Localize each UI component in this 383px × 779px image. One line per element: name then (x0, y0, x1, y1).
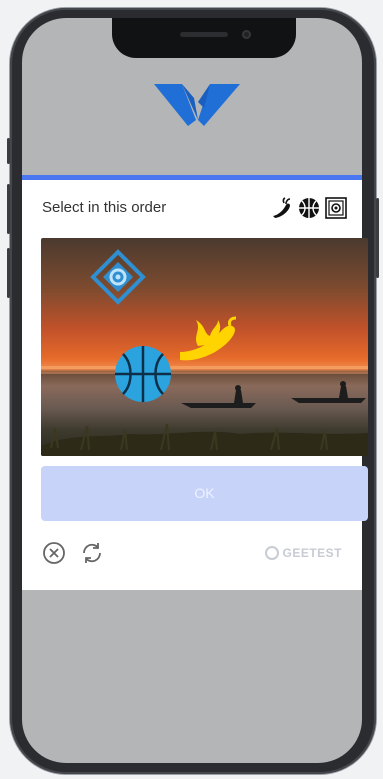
chili-pepper-image-icon[interactable] (174, 316, 240, 366)
front-camera (242, 30, 251, 39)
notch (112, 18, 296, 58)
earpiece-speaker (180, 32, 228, 37)
mute-switch (7, 138, 10, 164)
target-diamond-icon[interactable] (89, 248, 147, 306)
geetest-brand[interactable]: GEETEST (265, 546, 342, 560)
captcha-image[interactable] (41, 238, 368, 456)
close-circle-icon[interactable] (42, 541, 66, 565)
geetest-logo-icon (265, 546, 280, 560)
chili-pepper-icon (273, 197, 291, 218)
captcha-prompt: Select in this order (42, 199, 167, 216)
volume-down-button (7, 248, 10, 298)
ok-button[interactable]: OK (41, 466, 368, 521)
target-square-icon (325, 197, 347, 219)
target-icons (270, 196, 348, 220)
brand-logo-icon (154, 84, 240, 126)
basketball-icon (299, 198, 319, 218)
basketball-image-icon[interactable] (113, 344, 173, 404)
captcha-panel: Select in this order OK GEETEST (22, 180, 368, 590)
refresh-icon[interactable] (80, 541, 104, 565)
volume-up-button (7, 184, 10, 234)
brand-name: GEETEST (282, 546, 342, 560)
power-button (376, 198, 379, 278)
